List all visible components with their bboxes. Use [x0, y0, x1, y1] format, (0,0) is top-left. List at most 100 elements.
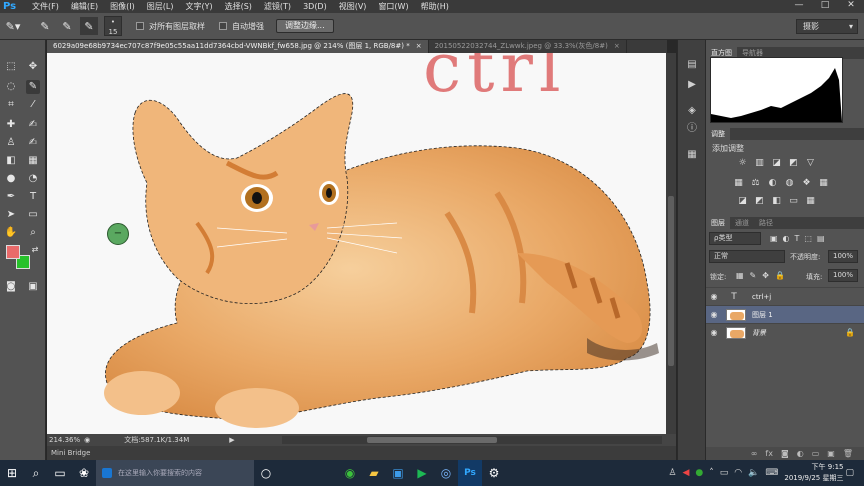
refine-edge-button[interactable]: 调整边缘...: [276, 19, 334, 33]
brush-tool-icon[interactable]: ✍: [26, 118, 40, 132]
foreground-color-swatch[interactable]: [6, 245, 20, 259]
notification-icon[interactable]: ▢: [845, 468, 854, 478]
brush-presets-icon[interactable]: ▦: [685, 148, 699, 162]
swap-colors-icon[interactable]: ⇄: [28, 243, 42, 257]
black-white-icon[interactable]: ◐: [766, 178, 779, 189]
color-lookup-icon[interactable]: ▦: [817, 178, 830, 189]
status-info-icon[interactable]: ◉: [84, 436, 90, 444]
lasso-tool-icon[interactable]: ◌: [4, 80, 18, 94]
system-clock[interactable]: 下午 9:15 2019/9/25 星期三: [784, 462, 843, 484]
zoom-tool-icon[interactable]: ⌕: [26, 226, 40, 240]
opacity-input[interactable]: 100%: [828, 250, 858, 263]
vertical-scrollbar[interactable]: [666, 53, 676, 434]
task-view-icon[interactable]: ▭: [48, 460, 72, 486]
history-icon[interactable]: ▤: [685, 58, 699, 72]
menu-layer[interactable]: 图层(L): [141, 1, 180, 12]
people-icon[interactable]: ♙: [668, 468, 676, 478]
exposure-icon[interactable]: ◩: [787, 158, 800, 169]
layer-kind-filter[interactable]: ρ类型: [709, 232, 761, 245]
layer-filter-icons[interactable]: ▣◐T⬚▤: [770, 234, 830, 243]
chevron-up-icon[interactable]: ˄: [709, 468, 714, 478]
blend-mode-select[interactable]: 正常: [709, 250, 785, 263]
photo-filter-icon[interactable]: ◍: [783, 178, 796, 189]
link-layers-icon[interactable]: ∞: [751, 449, 758, 458]
mini-bridge-tab[interactable]: Mini Bridge: [47, 446, 676, 460]
gradient-tool-icon[interactable]: ▦: [26, 154, 40, 168]
volume-icon[interactable]: 🔈: [748, 468, 759, 478]
tab-gray-document[interactable]: 20150522032744_ZLwwk.jpeg @ 33.3%(灰色/8#)…: [429, 40, 627, 53]
new-group-icon[interactable]: ▭: [812, 449, 820, 458]
curves-icon[interactable]: ◪: [770, 158, 783, 169]
delete-layer-icon[interactable]: 🗑: [843, 449, 853, 458]
channel-mixer-icon[interactable]: ❖: [800, 178, 813, 189]
menu-type[interactable]: 文字(Y): [179, 1, 218, 12]
blur-tool-icon[interactable]: ●: [4, 172, 18, 186]
posterize-icon[interactable]: ◩: [753, 196, 766, 207]
menu-filter[interactable]: 滤镜(T): [258, 1, 297, 12]
status-menu-icon[interactable]: ▶: [229, 436, 234, 444]
threshold-icon[interactable]: ◧: [770, 196, 783, 207]
layer-row[interactable]: ◉ 图层 1: [706, 305, 864, 323]
quick-selection-tool-icon[interactable]: ✎: [26, 80, 40, 94]
history-brush-tool-icon[interactable]: ✍: [26, 136, 40, 150]
screen-mode-icon[interactable]: ▣: [26, 280, 40, 294]
close-tab-icon[interactable]: ×: [416, 42, 422, 50]
pen-tool-icon[interactable]: ✒: [4, 190, 18, 204]
menu-help[interactable]: 帮助(H): [415, 1, 455, 12]
network-icon[interactable]: ◠: [734, 468, 742, 478]
gradient-map-icon[interactable]: ▭: [787, 196, 800, 207]
info-icon[interactable]: ⓘ: [685, 122, 699, 136]
brightness-icon[interactable]: ☼: [736, 158, 749, 169]
fill-input[interactable]: 100%: [828, 269, 858, 282]
subtract-selection-icon[interactable]: ✎: [80, 17, 98, 35]
menu-file[interactable]: 文件(F): [26, 1, 65, 12]
horizontal-scrollbar[interactable]: [282, 436, 662, 444]
tab-layers[interactable]: 图层: [706, 217, 730, 229]
color-balance-icon[interactable]: ⚖: [749, 178, 762, 189]
spot-healing-tool-icon[interactable]: ✚: [4, 118, 18, 132]
marquee-tool-icon[interactable]: ⬚: [4, 60, 18, 74]
new-adjustment-icon[interactable]: ◐: [797, 449, 804, 458]
quick-select-tool-preset-icon[interactable]: ✎▾: [4, 17, 22, 35]
eraser-tool-icon[interactable]: ◧: [4, 154, 18, 168]
menu-edit[interactable]: 编辑(E): [65, 1, 104, 12]
visibility-eye-icon[interactable]: ◉: [706, 328, 722, 337]
clone-stamp-tool-icon[interactable]: ♙: [4, 136, 18, 150]
battery-icon[interactable]: ▭: [720, 468, 729, 478]
workspace-select[interactable]: 摄影: [796, 19, 858, 34]
hand-tool-icon[interactable]: ✋: [4, 226, 18, 240]
menu-select[interactable]: 选择(S): [219, 1, 258, 12]
file-explorer-icon[interactable]: ▰: [362, 460, 386, 486]
auto-enhance-checkbox[interactable]: 自动增强: [219, 21, 264, 32]
network-app-icon[interactable]: ◎: [434, 460, 458, 486]
close-tab-icon[interactable]: ×: [614, 42, 620, 50]
move-tool-icon[interactable]: ✥: [26, 60, 40, 74]
menu-3d[interactable]: 3D(D): [297, 2, 333, 11]
menu-window[interactable]: 窗口(W): [372, 1, 414, 12]
dodge-tool-icon[interactable]: ◔: [26, 172, 40, 186]
tab-channels[interactable]: 通道: [730, 217, 754, 229]
actions-play-icon[interactable]: ▶: [685, 78, 699, 92]
add-mask-icon[interactable]: ◙: [781, 449, 789, 458]
zoom-level[interactable]: 214.36%: [49, 436, 80, 444]
windows-start-icon[interactable]: ⊞: [0, 460, 24, 486]
lock-icons[interactable]: ▦✎✥🔒: [736, 271, 791, 280]
levels-icon[interactable]: ▥: [753, 158, 766, 169]
antivirus-icon[interactable]: ◀: [682, 468, 689, 478]
document-canvas[interactable]: ctrl −: [47, 53, 666, 434]
cortana-icon[interactable]: ○: [254, 460, 278, 486]
visibility-eye-icon[interactable]: ◉: [706, 310, 722, 319]
layer-style-icon[interactable]: fx: [765, 449, 773, 458]
crop-tool-icon[interactable]: ⌗: [4, 98, 18, 112]
menu-view[interactable]: 视图(V): [333, 1, 373, 12]
vibrance-icon[interactable]: ▽: [804, 158, 817, 169]
media-player-icon[interactable]: ▶: [410, 460, 434, 486]
selective-color-icon[interactable]: ▦: [804, 196, 817, 207]
visibility-eye-icon[interactable]: ◉: [706, 292, 722, 301]
sample-all-layers-checkbox[interactable]: 对所有图层取样: [136, 21, 205, 32]
hue-saturation-icon[interactable]: ▦: [732, 178, 745, 189]
invert-icon[interactable]: ◪: [736, 196, 749, 207]
maximize-button[interactable]: □: [812, 0, 838, 10]
photoshop-taskbar-icon[interactable]: Ps: [458, 460, 482, 486]
menu-image[interactable]: 图像(I): [104, 1, 141, 12]
